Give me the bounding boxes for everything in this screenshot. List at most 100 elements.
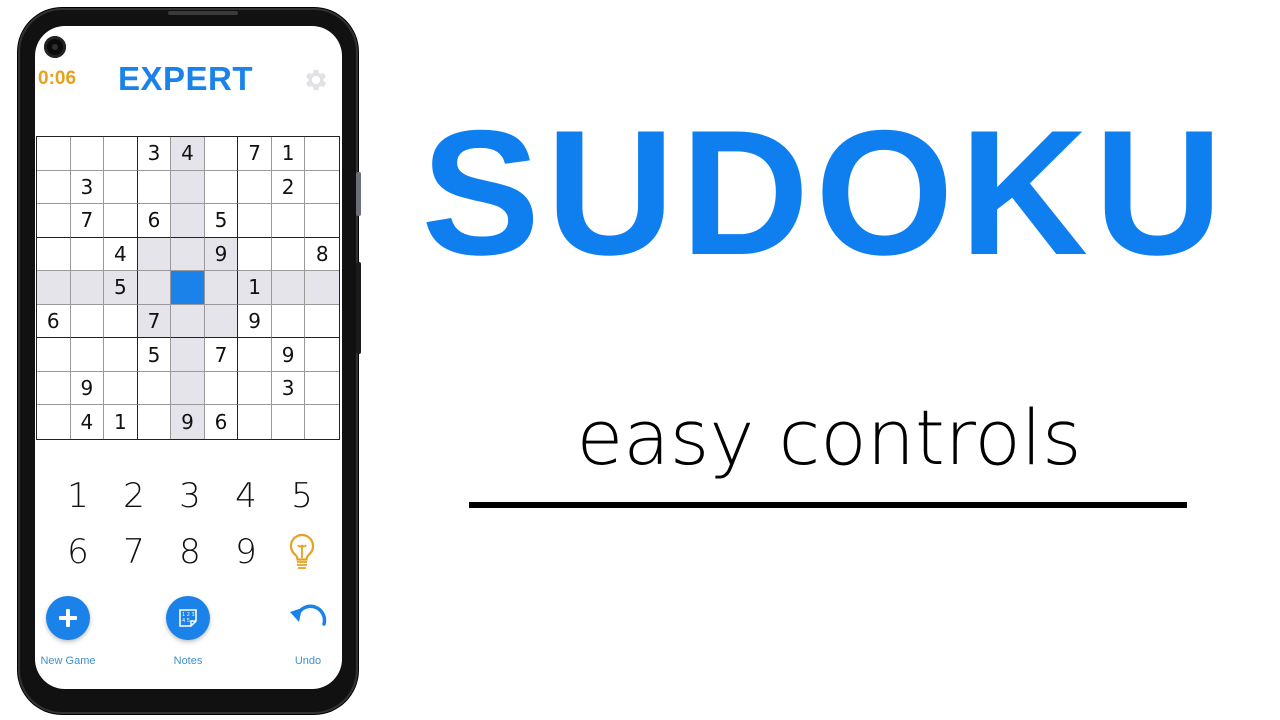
grid-cell[interactable]: 5	[204, 204, 239, 238]
grid-cell[interactable]: 1	[104, 405, 138, 439]
grid-cell[interactable]	[305, 405, 339, 439]
grid-cell[interactable]	[305, 204, 339, 238]
grid-cell[interactable]	[238, 237, 272, 272]
grid-cell[interactable]	[138, 405, 172, 439]
grid-cell[interactable]	[70, 271, 105, 305]
grid-cell[interactable]	[204, 137, 239, 171]
difficulty-label: EXPERT	[118, 60, 254, 97]
grid-cell[interactable]	[70, 137, 105, 171]
grid-cell[interactable]	[305, 338, 339, 372]
number-button-5[interactable]: 5	[274, 468, 330, 524]
grid-cell[interactable]: 4	[171, 137, 205, 171]
grid-cell[interactable]	[104, 204, 138, 238]
grid-cell[interactable]	[171, 371, 205, 406]
grid-cell[interactable]	[171, 338, 205, 372]
grid-cell[interactable]	[204, 271, 239, 305]
number-button-2[interactable]: 2	[106, 468, 162, 524]
hint-button[interactable]	[274, 524, 330, 580]
grid-cell[interactable]	[37, 237, 71, 272]
number-button-7[interactable]: 7	[106, 524, 162, 580]
grid-cell[interactable]	[238, 338, 272, 372]
grid-cell[interactable]: 1	[271, 137, 306, 171]
new-game-label: New Game	[40, 655, 96, 667]
grid-cell[interactable]	[204, 371, 239, 406]
grid-cell[interactable]	[137, 271, 172, 305]
selected-cell[interactable]	[171, 271, 205, 305]
undo-button[interactable]: Undo	[268, 596, 348, 667]
grid-cell[interactable]	[171, 304, 205, 339]
grid-cell[interactable]	[204, 304, 239, 339]
grid-cell[interactable]	[104, 371, 138, 406]
grid-cell[interactable]: 7	[70, 204, 105, 238]
grid-cell[interactable]	[272, 405, 306, 439]
grid-cell[interactable]	[137, 371, 172, 406]
grid-cell[interactable]	[305, 372, 339, 406]
grid-cell[interactable]	[37, 137, 71, 171]
grid-cell[interactable]: 6	[205, 405, 239, 439]
grid-cell[interactable]	[137, 170, 172, 205]
grid-cell[interactable]	[238, 204, 272, 238]
grid-cell[interactable]: 4	[104, 237, 138, 272]
grid-cell[interactable]	[305, 171, 339, 205]
grid-cell[interactable]	[171, 237, 205, 272]
notes-button[interactable]: 1 2 3 4 5 Notes	[148, 596, 228, 667]
grid-cell[interactable]: 8	[305, 238, 339, 272]
grid-cell[interactable]	[70, 338, 105, 372]
grid-cell[interactable]: 5	[104, 271, 138, 305]
grid-cell[interactable]	[70, 304, 105, 339]
grid-cell[interactable]	[37, 338, 71, 372]
grid-cell[interactable]	[305, 305, 339, 339]
settings-button[interactable]	[302, 66, 330, 94]
grid-cell[interactable]: 9	[271, 338, 306, 372]
grid-cell[interactable]: 9	[204, 237, 239, 272]
grid-cell[interactable]: 4	[71, 405, 105, 439]
number-button-9[interactable]: 9	[218, 524, 274, 580]
grid-cell[interactable]: 1	[238, 271, 272, 305]
grid-cell[interactable]: 6	[37, 304, 71, 339]
grid-cell[interactable]	[104, 338, 138, 372]
grid-cell[interactable]: 9	[171, 405, 205, 439]
lightbulb-icon	[289, 533, 315, 569]
grid-cell[interactable]	[271, 237, 306, 272]
grid-cell[interactable]: 3	[271, 371, 306, 406]
grid-cell[interactable]	[238, 170, 272, 205]
grid-cell[interactable]	[238, 405, 272, 439]
grid-cell[interactable]: 6	[137, 204, 172, 238]
grid-cell[interactable]: 3	[137, 137, 172, 171]
grid-cell[interactable]	[171, 204, 205, 238]
grid-cell[interactable]	[305, 271, 339, 305]
grid-cell[interactable]	[271, 271, 306, 305]
grid-cell[interactable]	[171, 170, 205, 205]
grid-cell[interactable]: 9	[70, 371, 105, 406]
new-game-button[interactable]: New Game	[28, 596, 108, 667]
grid-cell[interactable]	[37, 204, 71, 238]
grid-cell[interactable]	[37, 271, 71, 305]
grid-cell[interactable]	[37, 405, 71, 439]
undo-label: Undo	[294, 655, 322, 667]
grid-cell[interactable]: 7	[238, 137, 272, 171]
grid-cell[interactable]	[104, 170, 138, 205]
grid-cell[interactable]	[137, 237, 172, 272]
number-button-4[interactable]: 4	[218, 468, 274, 524]
number-button-1[interactable]: 1	[50, 468, 106, 524]
grid-cell[interactable]	[204, 170, 239, 205]
number-button-3[interactable]: 3	[162, 468, 218, 524]
grid-cell[interactable]: 7	[137, 304, 172, 339]
grid-cell[interactable]: 9	[238, 304, 272, 339]
promo-subtitle: easy controls	[576, 393, 1082, 482]
grid-cell[interactable]	[271, 304, 306, 339]
grid-cell[interactable]	[104, 304, 138, 339]
number-button-6[interactable]: 6	[50, 524, 106, 580]
grid-cell[interactable]: 7	[204, 338, 239, 372]
grid-cell[interactable]: 2	[271, 170, 306, 205]
grid-cell[interactable]	[37, 371, 71, 406]
grid-cell[interactable]: 5	[137, 338, 172, 372]
grid-cell[interactable]: 3	[70, 170, 105, 205]
grid-cell[interactable]	[70, 237, 105, 272]
grid-cell[interactable]	[238, 371, 272, 406]
number-button-8[interactable]: 8	[162, 524, 218, 580]
grid-cell[interactable]	[271, 204, 306, 238]
grid-cell[interactable]	[104, 137, 138, 171]
grid-cell[interactable]	[37, 170, 71, 205]
grid-cell[interactable]	[305, 137, 339, 171]
